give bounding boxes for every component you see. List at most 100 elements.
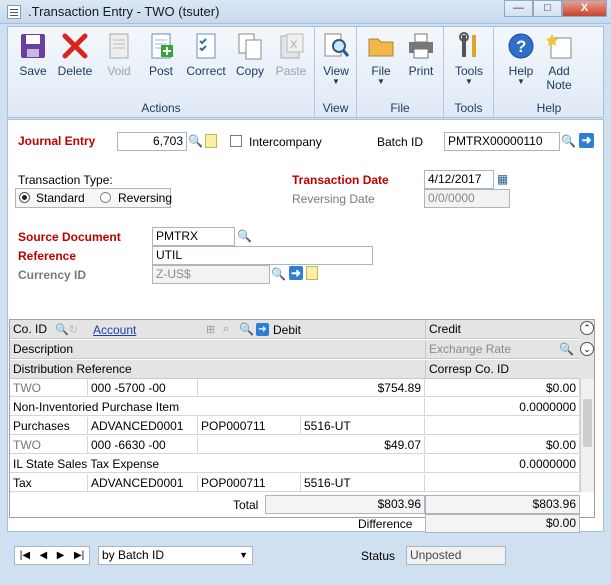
distribution-reference-header: Distribution Reference <box>10 360 425 379</box>
row2-document[interactable]: POP000711 <box>198 474 301 492</box>
save-button[interactable]: Save <box>13 29 53 93</box>
account-arrow-icon[interactable]: ➜ <box>256 323 269 336</box>
calendar-icon[interactable]: ▦ <box>494 171 511 188</box>
grid-scroll-thumb[interactable] <box>583 399 592 447</box>
collapse-rows-icon[interactable]: ⌃ <box>580 321 594 335</box>
browse-by-value: by Batch ID <box>102 548 165 562</box>
minimize-button[interactable]: — <box>504 0 533 17</box>
co-id-header: Co. ID <box>13 322 48 336</box>
intercompany-checkbox[interactable] <box>230 135 242 147</box>
row2-description[interactable]: IL State Sales Tax Expense <box>10 455 425 473</box>
correct-button[interactable]: Correct <box>186 29 226 93</box>
row1-vendor[interactable]: ADVANCED0001 <box>88 417 198 435</box>
grid-scrollbar[interactable] <box>580 379 594 492</box>
journal-entry-field[interactable]: 6,703 <box>117 132 187 151</box>
corresp-co-id-header: Corresp Co. ID <box>425 360 580 379</box>
reversing-radio[interactable] <box>100 192 111 203</box>
transaction-type-label: Transaction Type: <box>18 173 113 187</box>
currency-note-icon[interactable] <box>306 266 318 280</box>
window-title: .Transaction Entry - TWO (tsuter) <box>28 4 220 19</box>
standard-radio[interactable] <box>19 192 30 203</box>
tools-dropdown-arrow: ▼ <box>465 77 473 86</box>
expand-rows-icon[interactable]: ⌄ <box>580 342 594 356</box>
add-note-label-line1: Add <box>548 64 570 78</box>
row2-debit[interactable]: $49.07 <box>198 436 425 454</box>
batch-id-lookup-icon[interactable]: 🔍 <box>560 133 577 150</box>
row1-code[interactable]: 5516-UT <box>301 417 425 435</box>
print-button[interactable]: Print <box>401 29 441 93</box>
currency-id-label: Currency ID <box>18 268 87 282</box>
actions-group: Save Delete Void Post Correct Copy X Pas… <box>8 27 315 117</box>
status-value: Unposted <box>406 546 506 565</box>
row1-description[interactable]: Non-Inventoried Purchase Item <box>10 398 425 416</box>
row2-exchange-rate[interactable]: 0.0000000 <box>425 455 580 473</box>
view-button[interactable]: View ▼ <box>316 29 356 93</box>
previous-record-icon[interactable]: ◀ <box>40 547 48 564</box>
row1-document[interactable]: POP000711 <box>198 417 301 435</box>
batch-id-arrow-icon[interactable]: ➜ <box>579 133 594 148</box>
add-note-button[interactable]: Add Note <box>539 29 579 93</box>
last-record-icon[interactable]: ▶| <box>74 547 84 564</box>
co-id-lookup-icons: 🔍↻ <box>55 324 78 336</box>
source-document-lookup-icon[interactable]: 🔍 <box>236 228 253 245</box>
currency-id-field: Z-US$ <box>152 265 270 284</box>
row2-corresp-co-id[interactable] <box>425 474 580 492</box>
exchange-rate-lookup-icon: 🔍 <box>559 342 574 356</box>
void-button[interactable]: Void <box>99 29 139 93</box>
view-group-label: View <box>322 101 349 115</box>
account-expand-icon[interactable]: ⊞ <box>206 323 215 336</box>
row2-credit[interactable]: $0.00 <box>425 436 580 454</box>
copy-button[interactable]: Copy <box>230 29 270 93</box>
row2-distribution-reference[interactable]: Tax <box>10 474 88 492</box>
transaction-date-label: Transaction Date <box>292 173 389 187</box>
row2-account[interactable]: 000 -6630 -00 <box>88 436 198 454</box>
row1-distribution-reference[interactable]: Purchases <box>10 417 88 435</box>
paste-button[interactable]: X Paste <box>271 29 311 93</box>
file-button[interactable]: File ▼ <box>361 29 401 93</box>
tools-group-label: Tools <box>454 101 483 115</box>
row1-exchange-rate[interactable]: 0.0000000 <box>425 398 580 416</box>
row2-co-id[interactable]: TWO <box>10 436 88 454</box>
record-navigator: |◀ ◀ ▶ ▶| <box>14 546 90 565</box>
printer-icon <box>407 32 435 60</box>
row1-corresp-co-id[interactable] <box>425 417 580 435</box>
source-document-label: Source Document <box>18 230 121 244</box>
row1-account[interactable]: 000 -5700 -00 <box>88 379 198 397</box>
post-icon <box>147 32 175 60</box>
delete-button[interactable]: Delete <box>55 29 95 93</box>
row1-co-id[interactable]: TWO <box>10 379 88 397</box>
close-button[interactable]: X <box>562 0 607 17</box>
source-document-field[interactable]: PMTRX <box>152 227 235 246</box>
svg-text:X: X <box>290 39 298 51</box>
delete-x-icon <box>61 32 89 60</box>
file-group: File ▼ Print File <box>357 27 444 117</box>
row2-code[interactable]: 5516-UT <box>301 474 425 492</box>
currency-arrow-icon[interactable]: ➜ <box>289 266 303 280</box>
account-header-link[interactable]: Account <box>93 323 136 337</box>
help-button[interactable]: ? Help ▼ <box>501 29 541 93</box>
journal-entry-lookup-icon[interactable]: 🔍 <box>187 133 204 150</box>
row1-credit[interactable]: $0.00 <box>425 379 580 397</box>
browse-by-select[interactable]: by Batch ID ▼ <box>98 546 253 565</box>
reference-field[interactable]: UTIL <box>152 246 373 265</box>
batch-id-label: Batch ID <box>377 135 424 149</box>
difference-value: $0.00 <box>425 514 580 533</box>
account-find-icon[interactable]: ⌕ <box>223 323 229 336</box>
title-bar: .Transaction Entry - TWO (tsuter) — □ X <box>0 0 611 24</box>
row2-vendor[interactable]: ADVANCED0001 <box>88 474 198 492</box>
batch-id-field[interactable]: PMTRX00000110 <box>444 132 560 151</box>
tools-button[interactable]: Tools ▼ <box>449 29 489 93</box>
help-group: ? Help ▼ Add Note Help <box>494 27 604 117</box>
post-button[interactable]: Post <box>141 29 181 93</box>
restore-button[interactable]: □ <box>533 0 562 17</box>
transaction-date-field[interactable]: 4/12/2017 <box>424 170 494 189</box>
correct-icon <box>192 32 220 60</box>
journal-entry-note-icon[interactable] <box>205 134 217 148</box>
file-dropdown-arrow: ▼ <box>377 77 385 86</box>
chevron-down-icon: ▼ <box>239 550 248 560</box>
row1-debit[interactable]: $754.89 <box>198 379 425 397</box>
next-record-icon[interactable]: ▶ <box>57 547 65 564</box>
first-record-icon[interactable]: |◀ <box>20 547 30 564</box>
account-lookup-icon[interactable]: 🔍 <box>239 322 254 336</box>
paste-icon: X <box>277 32 305 60</box>
